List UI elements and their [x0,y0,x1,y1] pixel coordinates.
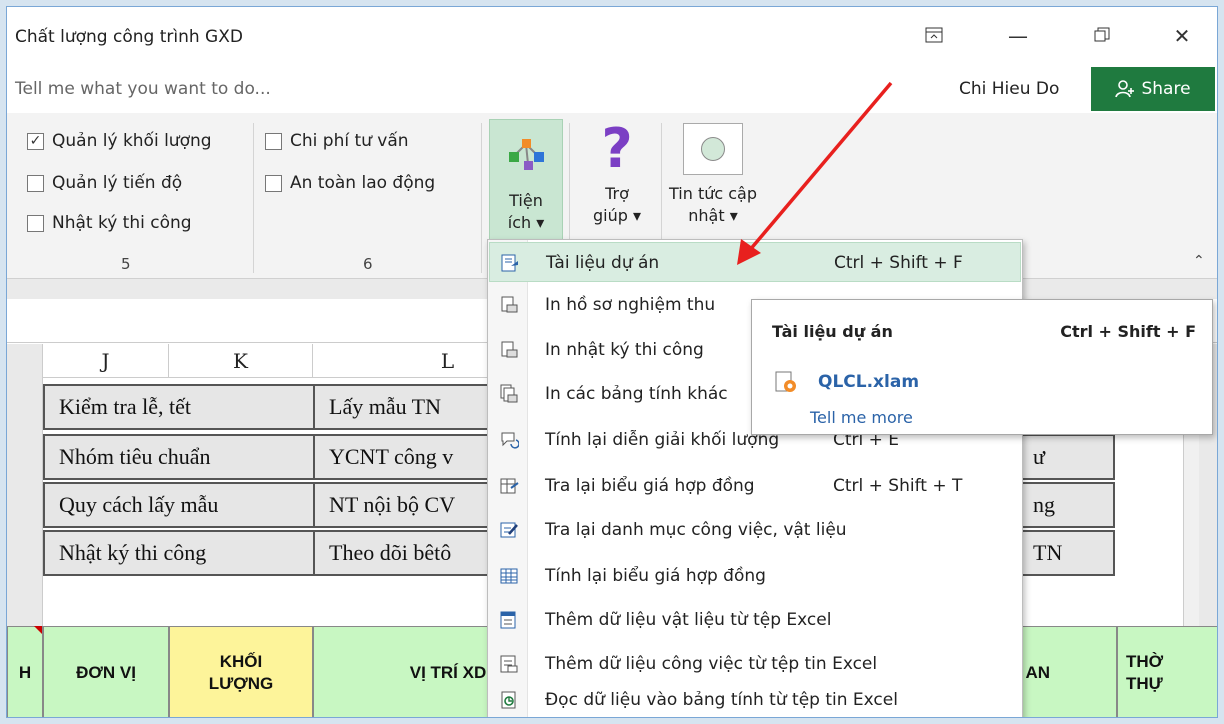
excel-window: Chất lượng công trình GXD — ✕ Tell me wh… [6,6,1218,718]
red-arrow-annotation [737,81,893,265]
